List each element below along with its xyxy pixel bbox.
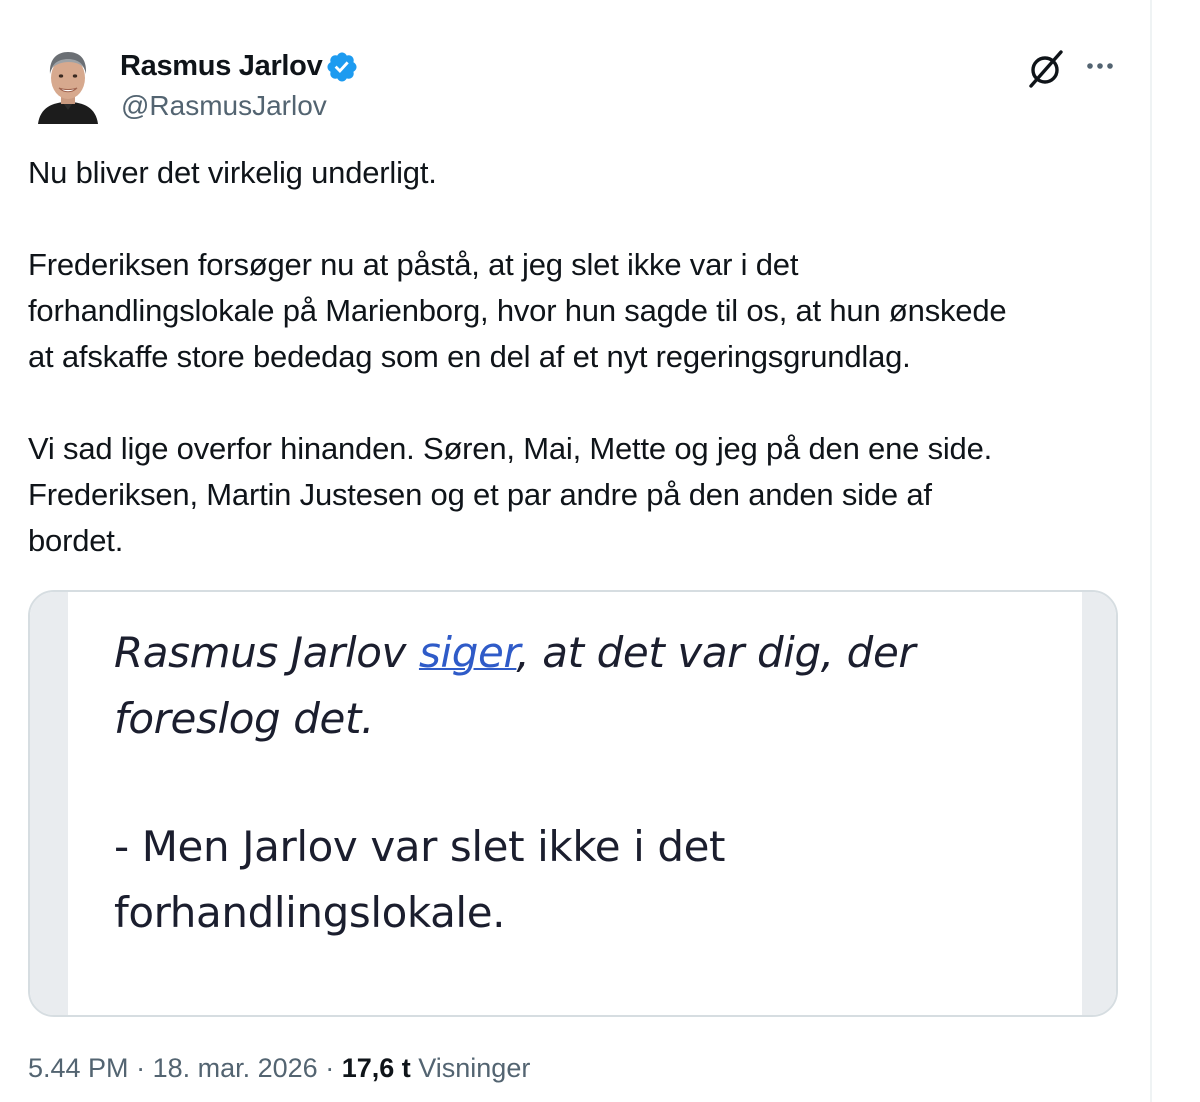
author-name[interactable]: Rasmus Jarlov	[120, 48, 323, 84]
more-options-icon[interactable]	[1082, 52, 1118, 80]
media-quote-text: foreslog det.	[114, 694, 374, 743]
avatar[interactable]	[34, 44, 102, 124]
media-quote-text: Rasmus Jarlov	[114, 628, 419, 677]
tweet-line: Frederiksen, Martin Justesen og et par a…	[28, 477, 932, 512]
media-answer: - Men Jarlov var slet ikke i det forhand…	[114, 814, 726, 946]
media-left-margin	[30, 592, 68, 1015]
author-handle[interactable]: @RasmusJarlov	[121, 88, 327, 124]
media-right-margin	[1082, 592, 1116, 1015]
tweet-line: Nu bliver det virkelig underligt.	[28, 155, 437, 190]
tweet-meta: 5.44 PM · 18. mar. 2026 · 17,6 t Visning…	[28, 1050, 530, 1086]
meta-separator: ·	[128, 1053, 153, 1083]
media-quote-text: , at det var dig, der	[516, 628, 916, 677]
media-quote-link: siger	[418, 628, 517, 677]
views-count[interactable]: 17,6 t	[342, 1053, 411, 1083]
tweet-paragraph: Frederiksen forsøger nu at påstå, at jeg…	[28, 242, 1138, 380]
tweet-line: bordet.	[28, 523, 124, 558]
tweet-paragraph: Vi sad lige overfor hinanden. Søren, Mai…	[28, 426, 1138, 564]
tweet-time[interactable]: 5.44 PM	[28, 1053, 129, 1083]
tweet-line: forhandlingslokale på Marienborg, hvor h…	[28, 293, 1007, 328]
media-answer-text: forhandlingslokale.	[114, 888, 506, 937]
column-border	[1150, 0, 1152, 1102]
meta-separator: ·	[317, 1053, 342, 1083]
tweet-line: Frederiksen forsøger nu at påstå, at jeg…	[28, 247, 799, 282]
grok-icon[interactable]	[1024, 46, 1070, 90]
tweet-line: Vi sad lige overfor hinanden. Søren, Mai…	[28, 431, 993, 466]
media-image[interactable]: Rasmus Jarlov siger, at det var dig, der…	[28, 590, 1118, 1017]
media-answer-text: - Men Jarlov var slet ikke i det	[114, 822, 726, 871]
tweet-date[interactable]: 18. mar. 2026	[153, 1053, 318, 1083]
profile-photo	[34, 44, 102, 124]
media-quote: Rasmus Jarlov siger, at det var dig, der…	[114, 620, 916, 752]
verified-checkmark-icon	[327, 52, 357, 82]
tweet-paragraph: Nu bliver det virkelig underligt.	[28, 150, 1138, 196]
views-label[interactable]: Visninger	[418, 1053, 530, 1083]
tweet-line: at afskaffe store bededag som en del af …	[28, 339, 911, 374]
tweet-text: Nu bliver det virkelig underligt. Freder…	[28, 150, 1138, 610]
